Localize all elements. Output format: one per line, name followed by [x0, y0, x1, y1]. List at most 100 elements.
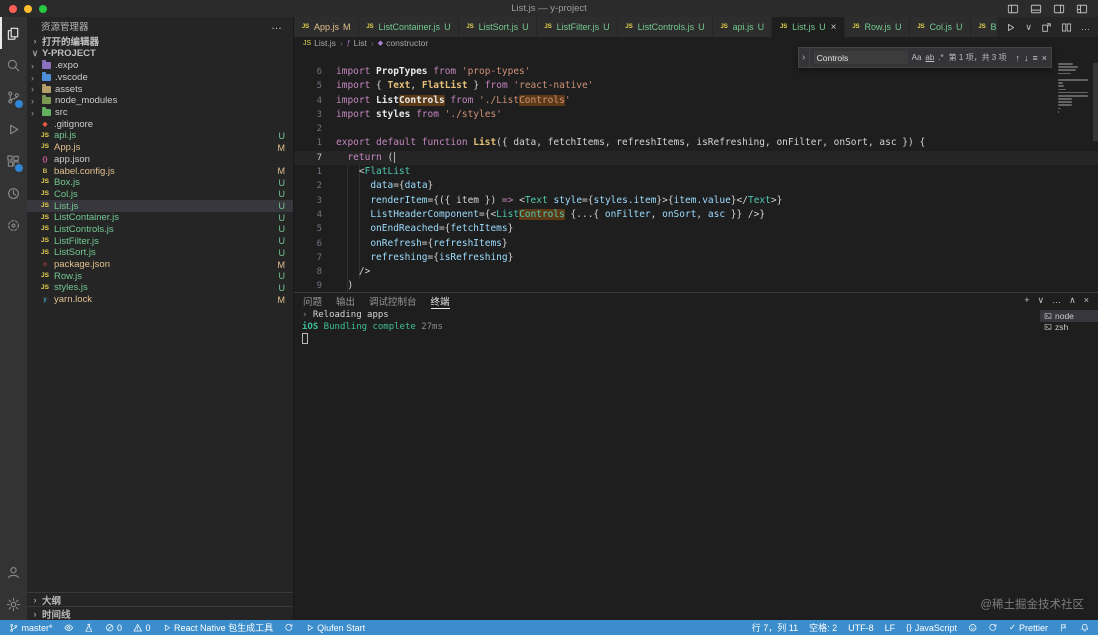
folder-item-node_modules[interactable]: ›node_modules	[27, 95, 293, 107]
whole-word-icon[interactable]: ab	[925, 53, 934, 62]
code-editor[interactable]: 6import PropTypes from 'prop-types'5impo…	[294, 49, 1098, 292]
tab-ListControls.js[interactable]: JSListControls.jsU	[618, 17, 713, 37]
zoom-window-button[interactable]	[39, 5, 47, 13]
open-editors-section[interactable]: › 打开的编辑器	[27, 35, 293, 47]
tab-List.js[interactable]: JSList.jsU×	[772, 17, 844, 37]
code-line[interactable]: 7 refreshing={isRefreshing}	[294, 251, 1098, 265]
panel-tab-输出[interactable]: 输出	[336, 293, 355, 309]
warnings-indicator[interactable]: 0	[133, 621, 151, 634]
code-line[interactable]: 7 return (	[294, 151, 1098, 165]
file-item-.gitignore[interactable]: ◆.gitignore	[27, 118, 293, 130]
notifications[interactable]	[1080, 621, 1090, 634]
layout-sidebar-right-icon[interactable]	[1053, 3, 1065, 15]
split-editor-icon[interactable]	[1061, 22, 1072, 33]
breadcrumb-item-constructor[interactable]: ◆constructor	[378, 38, 428, 48]
chevron-down-icon[interactable]: ∨	[1025, 23, 1032, 32]
file-item-ListContainer.js[interactable]: JSListContainer.jsU	[27, 212, 293, 224]
panel-tab-调试控制台[interactable]: 调试控制台	[369, 293, 417, 309]
file-item-styles.js[interactable]: JSstyles.jsU	[27, 282, 293, 294]
file-item-Box.js[interactable]: JSBox.jsU	[27, 177, 293, 189]
more-actions-icon[interactable]: …	[271, 20, 283, 32]
account-button[interactable]	[0, 556, 27, 588]
folder-item-.expo[interactable]: ›.expo	[27, 60, 293, 72]
file-item-yarn.lock[interactable]: yyarn.lockM	[27, 294, 293, 306]
branch-indicator[interactable]: master*	[9, 621, 53, 634]
errors-indicator[interactable]: 0	[105, 621, 123, 634]
folder-item-assets[interactable]: ›assets	[27, 83, 293, 95]
files-activity-button[interactable]	[0, 17, 27, 49]
panel-tab-问题[interactable]: 问题	[303, 293, 322, 309]
code-line[interactable]: 1 <FlatList	[294, 165, 1098, 179]
tab-Col.js[interactable]: JSCol.jsU	[910, 17, 971, 37]
code-line[interactable]: 4 ListHeaderComponent={<ListControls {..…	[294, 208, 1098, 222]
file-item-app.json[interactable]: {}app.json	[27, 154, 293, 166]
prettier[interactable]: ✓Prettier	[1009, 621, 1048, 634]
source-control-activity-button[interactable]	[0, 81, 27, 113]
sync-button[interactable]	[284, 621, 294, 634]
tab-api.js[interactable]: JSapi.jsU	[713, 17, 773, 37]
flower-activity-button[interactable]	[0, 209, 27, 241]
file-item-List.js[interactable]: JSList.jsU	[27, 200, 293, 212]
language-mode[interactable]: {}JavaScript	[906, 621, 957, 634]
code-line[interactable]: 8 />	[294, 265, 1098, 279]
breadcrumb-item-List[interactable]: ƒList	[347, 38, 367, 48]
chevron-up-icon[interactable]: ∧	[1069, 296, 1076, 305]
chevron-down-icon[interactable]: ∨	[1038, 296, 1045, 305]
panel-tab-终端[interactable]: 终端	[431, 293, 450, 309]
find-in-selection-icon[interactable]: ≡	[1032, 53, 1037, 63]
outline-section[interactable]: › 大纲	[27, 592, 293, 606]
extensions-activity-button[interactable]	[0, 145, 27, 177]
code-line[interactable]: 3import styles from './styles'	[294, 108, 1098, 122]
code-line[interactable]: 6 onRefresh={refreshItems}	[294, 237, 1098, 251]
indentation[interactable]: 空格: 2	[809, 621, 837, 634]
code-line[interactable]: 5import { Text, FlatList } from 'react-n…	[294, 79, 1098, 93]
file-item-Col.js[interactable]: JSCol.jsU	[27, 189, 293, 201]
code-line[interactable]: 1export default function List({ data, fe…	[294, 136, 1098, 150]
code-line[interactable]: 2	[294, 122, 1098, 136]
file-item-ListSort.js[interactable]: JSListSort.jsU	[27, 247, 293, 259]
breadcrumb-item-List.js[interactable]: JSList.js	[303, 38, 336, 48]
react-native-packager[interactable]: React Native 包生成工具	[162, 621, 274, 634]
tab-ListFilter.js[interactable]: JSListFilter.jsU	[537, 17, 618, 37]
close-icon[interactable]: ×	[1084, 296, 1089, 305]
project-section[interactable]: ∨ Y-PROJECT	[27, 47, 293, 59]
tab-ListContainer.js[interactable]: JSListContainer.jsU	[359, 17, 459, 37]
badge[interactable]	[14, 163, 24, 173]
terminal-output[interactable]: › Reloading appsiOS Bundling complete 27…	[294, 308, 1040, 620]
run-icon[interactable]	[1005, 22, 1016, 33]
file-item-package.json[interactable]: npackage.jsonM	[27, 259, 293, 271]
search-activity-button[interactable]	[0, 49, 27, 81]
code-line[interactable]: 9 )	[294, 279, 1098, 292]
encoding[interactable]: UTF-8	[848, 621, 874, 634]
more-actions-icon[interactable]: …	[1081, 23, 1090, 32]
flask-button[interactable]	[84, 621, 94, 634]
code-line[interactable]: 2 data={data}	[294, 179, 1098, 193]
folder-item-src[interactable]: ›src	[27, 107, 293, 119]
qiufen-start[interactable]: Qiufen Start	[305, 621, 366, 634]
terminal-list-item-node[interactable]: node	[1040, 310, 1098, 322]
tab-Row.js[interactable]: JSRow.jsU	[845, 17, 910, 37]
code-line[interactable]: 5 onEndReached={fetchItems}	[294, 222, 1098, 236]
flag-button[interactable]	[1059, 621, 1069, 634]
layout-sidebar-left-icon[interactable]	[1007, 3, 1019, 15]
find-toggle-replace-icon[interactable]: ›	[799, 48, 810, 67]
match-case-icon[interactable]: Aa	[912, 53, 922, 62]
file-item-Row.js[interactable]: JSRow.jsU	[27, 270, 293, 282]
next-match-icon[interactable]: ↓	[1024, 53, 1029, 63]
timeline-section[interactable]: › 时间线	[27, 606, 293, 620]
close-window-button[interactable]	[9, 5, 17, 13]
settings-gear-button[interactable]	[0, 588, 27, 620]
file-item-App.js[interactable]: JSApp.jsM	[27, 142, 293, 154]
cursor-position[interactable]: 行 7，列 11	[752, 621, 798, 634]
layout-panel-icon[interactable]	[1030, 3, 1042, 15]
file-item-ListControls.js[interactable]: JSListControls.jsU	[27, 224, 293, 236]
close-find-icon[interactable]: ×	[1042, 53, 1047, 63]
file-item-ListFilter.js[interactable]: JSListFilter.jsU	[27, 235, 293, 247]
extension-sync[interactable]	[988, 621, 998, 634]
file-item-babel.config.js[interactable]: Bbabel.config.jsM	[27, 165, 293, 177]
regex-icon[interactable]: .*	[938, 53, 943, 62]
minimize-window-button[interactable]	[24, 5, 32, 13]
eol[interactable]: LF	[885, 621, 896, 634]
previous-match-icon[interactable]: ↑	[1015, 53, 1020, 63]
plus-icon[interactable]: +	[1024, 296, 1029, 305]
